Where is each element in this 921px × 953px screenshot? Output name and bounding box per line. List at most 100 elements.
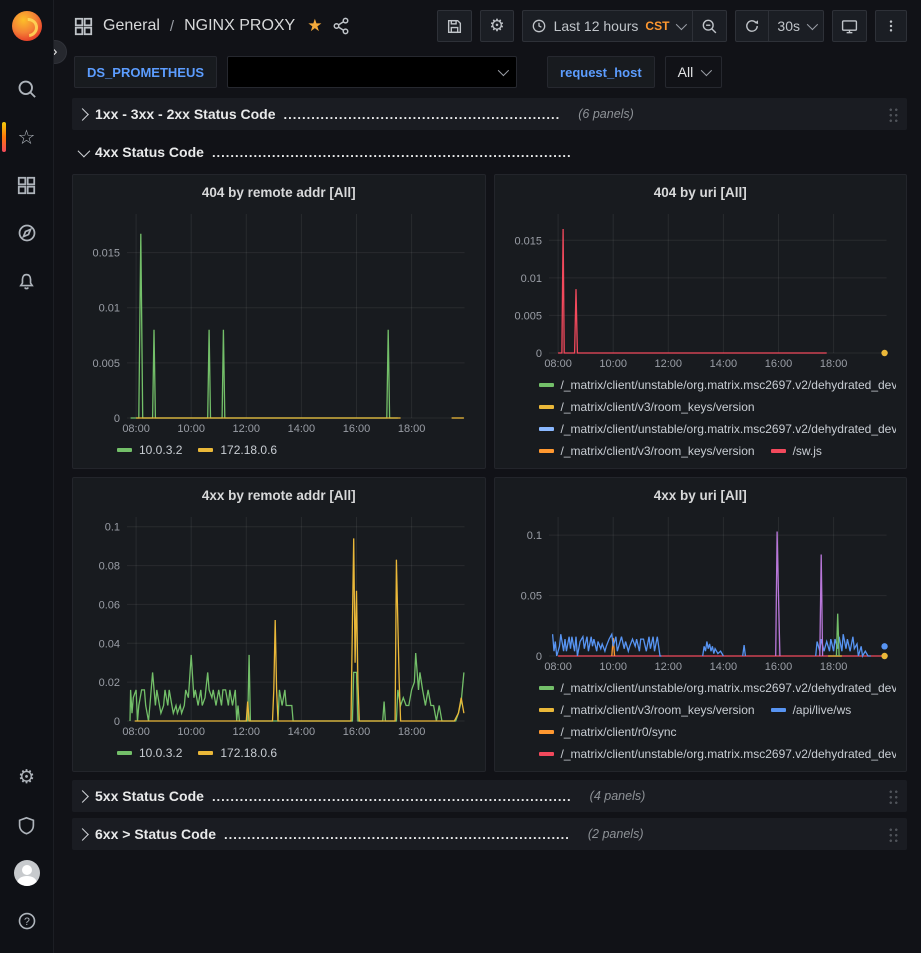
cycle-view-mode-button[interactable]	[832, 10, 867, 42]
request-host-value: All	[678, 64, 694, 80]
chart-legend: /_matrix/client/unstable/org.matrix.msc2…	[505, 370, 897, 462]
time-range-picker[interactable]: Last 12 hours CST	[522, 10, 693, 42]
row-4xx[interactable]: 4xx Status Code ........................…	[72, 136, 907, 168]
timeseries-chart[interactable]: 00.050.108:0010:0012:0014:0016:0018:00	[505, 510, 897, 673]
legend-swatch	[539, 708, 554, 712]
panel-title[interactable]: 4xx by remote addr [All]	[83, 482, 475, 510]
legend-item[interactable]: /_matrix/client/unstable/org.matrix.msc2…	[539, 677, 897, 699]
legend-swatch	[771, 449, 786, 453]
chart-plot-area[interactable]: 00.050.108:0010:0012:0014:0016:0018:00	[505, 510, 897, 673]
legend-label: 172.18.0.6	[220, 746, 277, 760]
svg-text:14:00: 14:00	[709, 358, 737, 370]
timeseries-chart[interactable]: 00.020.040.060.080.108:0010:0012:0014:00…	[83, 510, 475, 738]
timeseries-chart[interactable]: 00.0050.010.01508:0010:0012:0014:0016:00…	[83, 207, 475, 435]
dashboard-title[interactable]: NGINX PROXY	[184, 17, 295, 35]
refresh-interval-picker[interactable]: 30s	[768, 10, 824, 42]
avatar	[14, 860, 40, 886]
timeseries-chart[interactable]: 00.0050.010.01508:0010:0012:0014:0016:00…	[505, 207, 897, 370]
legend-label: /api/live/ws	[793, 703, 852, 717]
svg-text:08:00: 08:00	[122, 726, 150, 738]
variable-value-ds-prometheus[interactable]	[227, 56, 517, 88]
svg-text:?: ?	[24, 916, 30, 928]
sidebar-item-profile[interactable]	[0, 849, 54, 897]
svg-text:0.1: 0.1	[105, 522, 120, 534]
legend-item[interactable]: /_matrix/client/unstable/org.matrix.msc2…	[539, 418, 897, 440]
svg-text:10:00: 10:00	[599, 358, 627, 370]
sidebar-item-settings[interactable]: ⚙	[0, 753, 54, 801]
legend-item[interactable]: 10.0.3.2	[117, 742, 182, 764]
svg-text:0: 0	[114, 413, 120, 425]
sidebar-item-explore[interactable]	[0, 209, 54, 257]
legend-item[interactable]: /_matrix/client/v3/room_keys/version	[539, 440, 755, 462]
row-6xx[interactable]: 6xx > Status Code ......................…	[72, 818, 907, 850]
chevron-right-icon	[76, 790, 89, 803]
zoom-out-time-button[interactable]	[692, 10, 727, 42]
legend-item[interactable]: /_matrix/client/v3/room_keys/version	[539, 396, 755, 418]
legend-item[interactable]: 172.18.0.6	[198, 439, 277, 461]
panel-4xx-by-remote-addr: 4xx by remote addr [All] 00.020.040.060.…	[72, 477, 486, 772]
legend-item[interactable]: /_matrix/client/v3/room_keys/version	[539, 699, 755, 721]
row-panel-count: (4 panels)	[590, 789, 646, 803]
svg-text:10:00: 10:00	[177, 423, 205, 435]
sidebar-item-starred[interactable]: ☆	[0, 113, 54, 161]
grafana-logo-icon[interactable]	[12, 11, 42, 41]
sidebar-item-search[interactable]	[0, 65, 54, 113]
chart-legend: 10.0.3.2 172.18.0.6	[83, 738, 475, 765]
legend-label: /_matrix/client/r0/sync	[561, 725, 677, 739]
legend-swatch	[771, 708, 786, 712]
row-drag-handle[interactable]	[888, 789, 899, 804]
time-range-label: Last 12 hours	[554, 18, 639, 34]
sidebar-item-dashboards[interactable]	[0, 161, 54, 209]
legend-item[interactable]: 10.0.3.2	[117, 439, 182, 461]
row-5xx[interactable]: 5xx Status Code ........................…	[72, 780, 907, 812]
save-dashboard-button[interactable]	[437, 10, 472, 42]
kebab-menu-icon	[884, 18, 898, 34]
svg-text:0: 0	[114, 716, 120, 728]
svg-text:0.015: 0.015	[92, 248, 120, 260]
sidebar-item-help[interactable]: ?	[0, 897, 54, 945]
row-leader-dots: ........................................…	[212, 789, 572, 804]
refresh-icon	[744, 18, 760, 34]
dashboards-grid-icon	[17, 176, 36, 195]
svg-text:14:00: 14:00	[709, 661, 737, 673]
row-drag-handle[interactable]	[888, 827, 899, 842]
dashboard-settings-button[interactable]: ⚙	[480, 10, 513, 42]
variable-label-request-host[interactable]: request_host	[547, 56, 655, 88]
variable-value-request-host[interactable]: All	[665, 56, 723, 88]
chart-legend: 10.0.3.2 172.18.0.6	[83, 435, 475, 462]
sidebar-item-server-admin[interactable]	[0, 801, 54, 849]
svg-text:0.015: 0.015	[514, 235, 542, 247]
svg-text:18:00: 18:00	[819, 661, 847, 673]
refresh-interval-label: 30s	[777, 18, 800, 34]
svg-text:0: 0	[535, 348, 541, 360]
chart-plot-area[interactable]: 00.0050.010.01508:0010:0012:0014:0016:00…	[505, 207, 897, 370]
legend-item[interactable]: /sw.js	[771, 440, 822, 462]
breadcrumb-folder[interactable]: General	[103, 17, 160, 35]
legend-label: /_matrix/client/unstable/org.matrix.msc2…	[561, 422, 897, 436]
refresh-button[interactable]	[735, 10, 768, 42]
svg-text:14:00: 14:00	[288, 726, 316, 738]
chart-plot-area[interactable]: 00.020.040.060.080.108:0010:0012:0014:00…	[83, 510, 475, 738]
favorite-star-icon[interactable]: ★	[307, 16, 322, 36]
panel-title[interactable]: 404 by uri [All]	[505, 179, 897, 207]
legend-item[interactable]: 172.18.0.6	[198, 742, 277, 764]
sidebar-item-alerting[interactable]	[0, 257, 54, 305]
chart-legend: /_matrix/client/unstable/org.matrix.msc2…	[505, 673, 897, 765]
svg-text:18:00: 18:00	[398, 423, 426, 435]
legend-item[interactable]: /_matrix/client/unstable/org.matrix.msc2…	[539, 743, 897, 765]
variable-label-ds-prometheus[interactable]: DS_PROMETHEUS	[74, 56, 217, 88]
row-drag-handle[interactable]	[888, 107, 899, 122]
row-1xx-3xx-2xx[interactable]: 1xx - 3xx - 2xx Status Code ............…	[72, 98, 907, 130]
row-title: 4xx Status Code	[95, 144, 204, 160]
share-icon[interactable]	[332, 17, 350, 35]
legend-swatch	[539, 427, 554, 431]
svg-text:16:00: 16:00	[343, 726, 371, 738]
legend-item[interactable]: /_matrix/client/unstable/org.matrix.msc2…	[539, 374, 897, 396]
legend-item[interactable]: /api/live/ws	[771, 699, 852, 721]
legend-item[interactable]: /_matrix/client/r0/sync	[539, 721, 677, 743]
panel-title[interactable]: 404 by remote addr [All]	[83, 179, 475, 207]
more-options-button[interactable]	[875, 10, 907, 42]
chart-plot-area[interactable]: 00.0050.010.01508:0010:0012:0014:0016:00…	[83, 207, 475, 435]
svg-text:0.005: 0.005	[514, 310, 542, 322]
panel-title[interactable]: 4xx by uri [All]	[505, 482, 897, 510]
